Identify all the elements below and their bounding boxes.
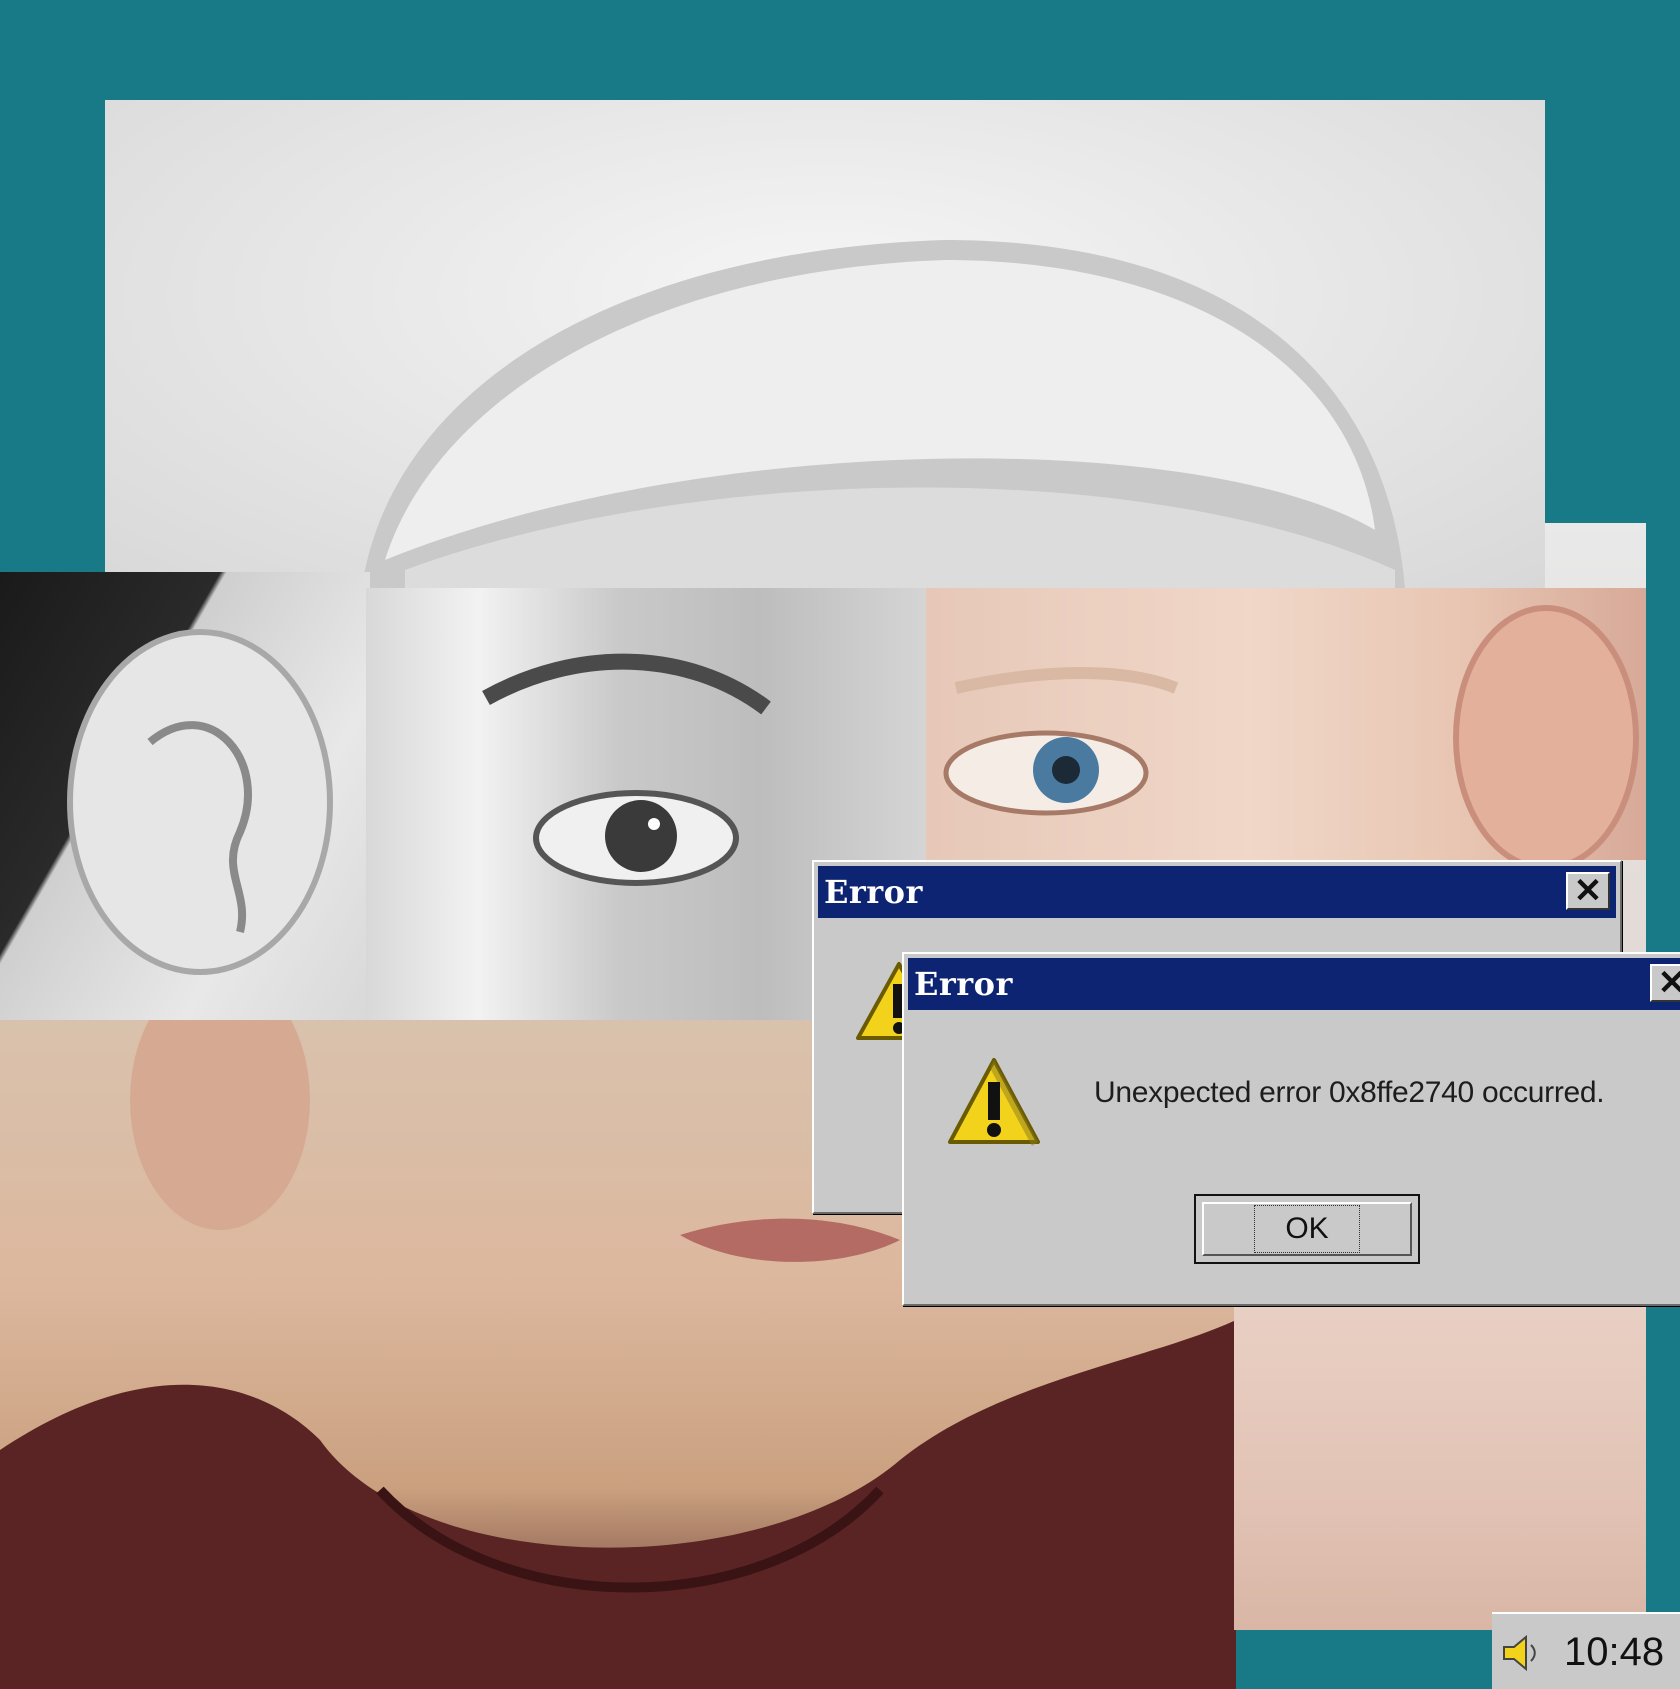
system-tray: 10:48	[1492, 1612, 1680, 1689]
desktop: Error ✕ Error ✕ Unexpected error 0x8ffe2…	[0, 0, 1680, 1689]
photo-panel-ear	[0, 572, 370, 1022]
close-icon: ✕	[1573, 872, 1603, 910]
ok-button[interactable]: OK	[1194, 1194, 1420, 1264]
error-message: Unexpected error 0x8ffe2740 occurred.	[1094, 1076, 1605, 1109]
close-icon: ✕	[1657, 964, 1680, 1002]
hair-drawing	[360, 240, 1405, 588]
dialog-title: Error	[914, 965, 1013, 1003]
ok-button-face[interactable]: OK	[1202, 1202, 1412, 1256]
dialog-titlebar[interactable]: Error ✕	[818, 866, 1616, 918]
color-eye-drawing	[943, 605, 1639, 860]
close-button[interactable]: ✕	[1650, 964, 1680, 1002]
photo-panel-neck	[1234, 1300, 1646, 1630]
photo-panel-hair	[105, 100, 1545, 588]
error-dialog-front[interactable]: Error ✕ Unexpected error 0x8ffe2740 occu…	[902, 952, 1680, 1306]
warning-icon	[948, 1058, 1040, 1146]
ok-button-label: OK	[1254, 1205, 1360, 1253]
dialog-titlebar[interactable]: Error ✕	[908, 958, 1680, 1010]
close-button[interactable]: ✕	[1566, 872, 1610, 910]
clock[interactable]: 10:48	[1564, 1630, 1664, 1675]
ear-drawing	[67, 629, 333, 975]
speaker-icon[interactable]	[1498, 1631, 1542, 1675]
dialog-title: Error	[824, 873, 923, 911]
photo-panel-color-eye	[926, 588, 1646, 860]
